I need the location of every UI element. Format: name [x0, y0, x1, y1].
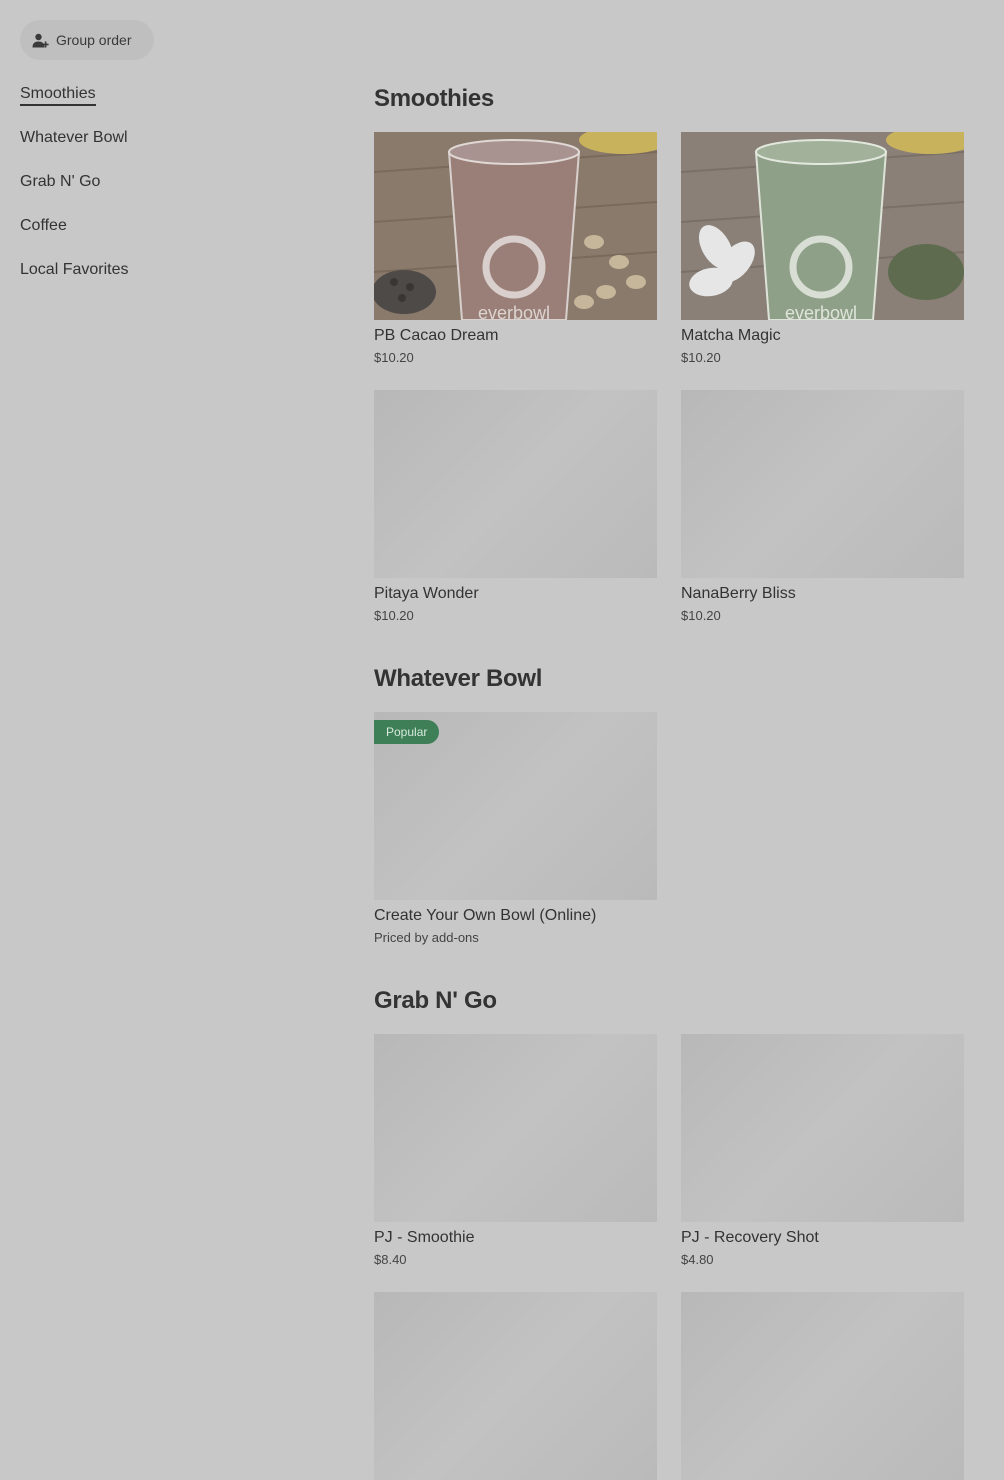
menu-item-card[interactable]: NanaBerry Bliss $10.20 — [681, 390, 964, 623]
category-nav: Smoothies Whatever Bowl Grab N' Go Coffe… — [20, 80, 129, 300]
menu-item-price: $4.80 — [681, 1252, 714, 1267]
sidebar-item-whatever-bowl[interactable]: Whatever Bowl — [20, 124, 129, 168]
menu-item-name: Pitaya Wonder — [374, 585, 479, 602]
menu-item-image-placeholder — [374, 1034, 657, 1222]
add-person-icon — [32, 32, 49, 49]
sidebar-item-smoothies[interactable]: Smoothies — [20, 80, 129, 124]
group-order-label: Group order — [56, 32, 132, 48]
menu-item-card[interactable] — [681, 1292, 964, 1480]
menu-item-image-placeholder — [681, 390, 964, 578]
brand-logo-text: everbowl — [785, 303, 857, 320]
menu-item-image-placeholder: Popular — [374, 712, 657, 900]
sidebar-item-label: Whatever Bowl — [20, 129, 128, 146]
sidebar-item-local-favorites[interactable]: Local Favorites — [20, 256, 129, 300]
sidebar-item-label: Smoothies — [20, 85, 96, 106]
menu-item-card[interactable]: everbowl PB Cacao Dream $10.20 — [374, 132, 657, 365]
group-order-button[interactable]: Group order — [20, 20, 154, 60]
menu-item-card[interactable]: PJ - Smoothie $8.40 — [374, 1034, 657, 1267]
sidebar-item-label: Local Favorites — [20, 261, 129, 278]
menu-item-price: $10.20 — [681, 608, 721, 623]
menu-item-card[interactable]: Pitaya Wonder $10.20 — [374, 390, 657, 623]
section-title-grab-n-go: Grab N' Go — [374, 987, 497, 1014]
sidebar-item-coffee[interactable]: Coffee — [20, 212, 129, 256]
menu-item-image: everbowl — [681, 132, 964, 320]
menu-item-card[interactable]: Popular Create Your Own Bowl (Online) Pr… — [374, 712, 657, 945]
menu-item-name: NanaBerry Bliss — [681, 585, 796, 602]
menu-item-image-placeholder — [374, 1292, 657, 1480]
menu-item-name: PJ - Recovery Shot — [681, 1229, 819, 1246]
menu-item-card[interactable]: everbowl Matcha Magic $10.20 — [681, 132, 964, 365]
popular-badge: Popular — [374, 720, 440, 744]
menu-item-image: everbowl — [374, 132, 657, 320]
menu-item-name: PJ - Smoothie — [374, 1229, 475, 1246]
menu-item-name: Create Your Own Bowl (Online) — [374, 907, 597, 924]
menu-item-image-placeholder — [681, 1034, 964, 1222]
menu-item-price: $10.20 — [374, 350, 414, 365]
brand-logo-text: everbowl — [478, 303, 550, 320]
menu-item-image-placeholder — [374, 390, 657, 578]
section-title-whatever-bowl: Whatever Bowl — [374, 665, 543, 692]
menu-item-price: $8.40 — [374, 1252, 407, 1267]
menu-item-price: $10.20 — [681, 350, 721, 365]
sidebar-item-label: Grab N' Go — [20, 173, 101, 190]
menu-item-card[interactable] — [374, 1292, 657, 1480]
menu-item-name: Matcha Magic — [681, 327, 781, 344]
menu-item-name: PB Cacao Dream — [374, 327, 499, 344]
menu-item-price: Priced by add-ons — [374, 930, 479, 945]
menu-item-image-placeholder — [681, 1292, 964, 1480]
menu-item-price: $10.20 — [374, 608, 414, 623]
sidebar-item-label: Coffee — [20, 217, 67, 234]
sidebar-item-grab-n-go[interactable]: Grab N' Go — [20, 168, 129, 212]
section-title-smoothies: Smoothies — [374, 85, 494, 112]
menu-item-card[interactable]: PJ - Recovery Shot $4.80 — [681, 1034, 964, 1267]
